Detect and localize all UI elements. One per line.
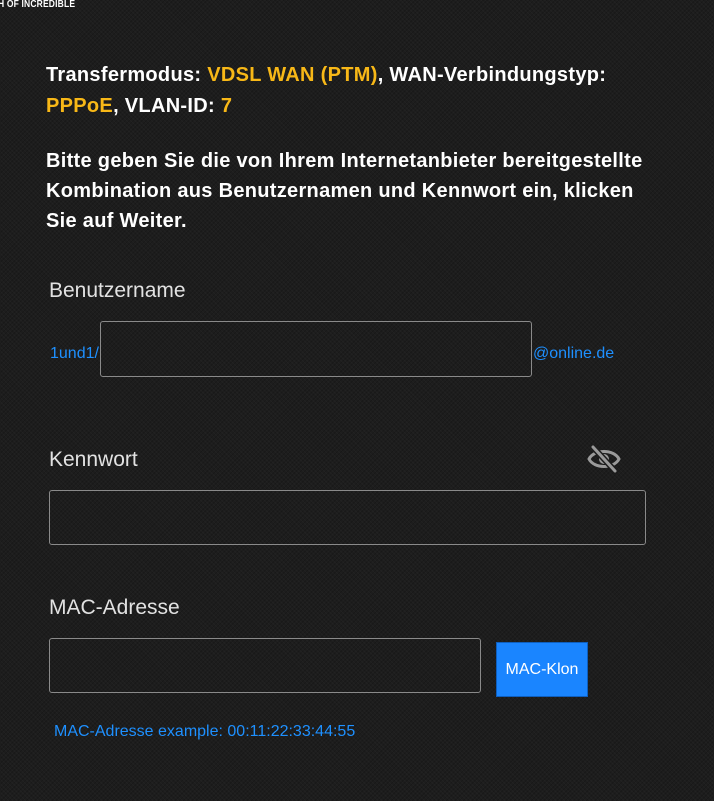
instructions-text: Bitte geben Sie die von Ihrem Internetan… [46, 150, 643, 232]
mac-address-hint: MAC-Adresse example: 00:11:22:33:44:55 [54, 723, 356, 740]
mac-address-label: MAC-Adresse [49, 596, 180, 619]
username-input[interactable] [100, 321, 532, 377]
mac-clone-button[interactable]: MAC-Klon [496, 642, 588, 697]
username-suffix: @online.de [533, 345, 615, 362]
transfer-mode-label: Transfermodus: [46, 64, 208, 86]
mac-address-input[interactable] [49, 638, 481, 693]
connection-info: Transfermodus: VDSL WAN (PTM), WAN-Verbi… [46, 60, 646, 122]
vlan-id-value: 7 [220, 95, 233, 117]
username-label: Benutzername [49, 279, 186, 302]
username-prefix: 1und1/ [50, 345, 99, 362]
wan-type-label: , WAN-Verbindungstyp: [377, 64, 607, 86]
wan-type-value: PPPoE [46, 95, 114, 117]
brand-tagline: H OF INCREDIBLE [0, 0, 76, 10]
transfer-mode-value: VDSL WAN (PTM) [207, 64, 378, 86]
eye-slash-icon[interactable] [586, 443, 622, 475]
password-input[interactable] [49, 490, 646, 545]
password-label: Kennwort [49, 448, 138, 471]
vlan-id-label: , VLAN-ID: [113, 95, 221, 117]
